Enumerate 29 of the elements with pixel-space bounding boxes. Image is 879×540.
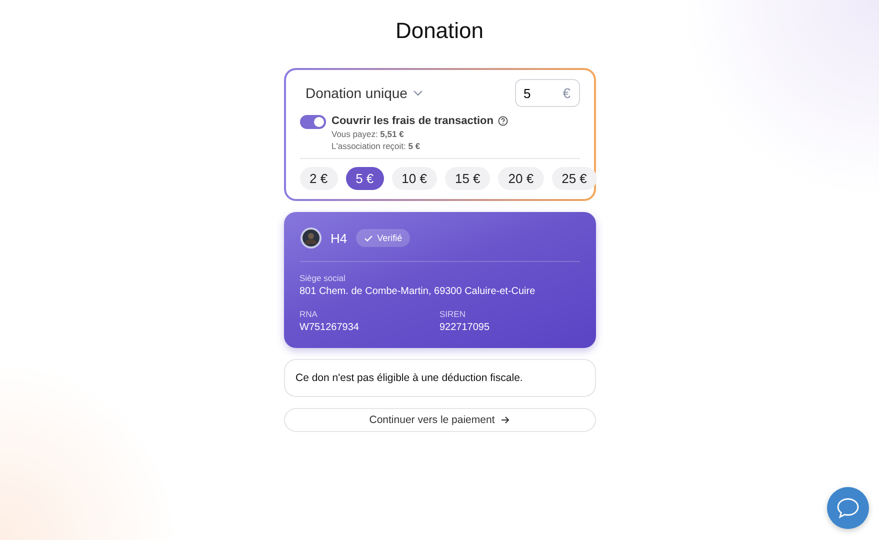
toggle-switch[interactable] [300, 115, 326, 129]
fee-detail: Vous payez: 5,51 € [332, 129, 405, 139]
field-label: RNA [300, 309, 318, 319]
help-icon[interactable] [498, 116, 508, 126]
continue-button[interactable]: Continuer vers le paiement [284, 408, 596, 432]
amount-preset[interactable]: 25 € [552, 167, 597, 190]
fees-label: Couvrir les frais de transaction [332, 115, 494, 127]
chat-button[interactable] [827, 487, 869, 529]
currency-symbol: € [562, 85, 570, 101]
field-value: W751267934 [300, 322, 360, 333]
amount-preset[interactable]: 20 € [498, 167, 544, 190]
amount-preset[interactable]: 10 € [392, 167, 437, 190]
chevron-down-icon [413, 90, 424, 96]
verified-badge: Verifié [356, 229, 410, 247]
field-value: 801 Chem. de Combe-Martin, 69300 Caluire-et-Cuire [300, 286, 536, 297]
field-label: SIREN [440, 309, 466, 319]
fee-detail: L'association reçoit: 5 € [332, 141, 422, 151]
avatar-icon [300, 227, 322, 249]
amount-preset[interactable]: 2 € [300, 167, 338, 190]
field-label: Siège social [300, 273, 346, 283]
frequency-dropdown[interactable]: Donation unique [306, 85, 424, 101]
tax-notice: Ce don n'est pas éligible à une déduction fiscale. [284, 359, 596, 397]
arrow-right-icon [500, 416, 510, 424]
chat-bubble-icon [836, 497, 860, 519]
field-value: 922717095 [440, 322, 491, 333]
amount-preset[interactable]: 15 € [444, 167, 490, 190]
amount-preset[interactable]: 5 € [346, 167, 384, 190]
organization-name: H4 [330, 230, 348, 246]
page-title: Donation [395, 18, 484, 44]
